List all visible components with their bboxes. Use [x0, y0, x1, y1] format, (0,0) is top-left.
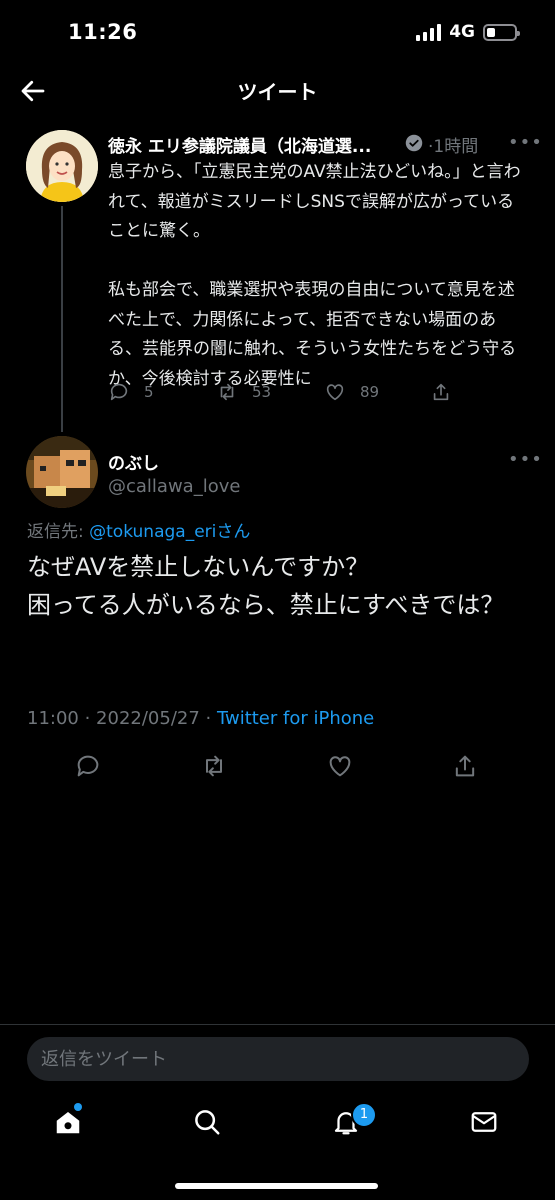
status-icons: 4G	[416, 22, 520, 42]
network-type: 4G	[449, 22, 475, 42]
replying-to-label: 返信先:	[27, 522, 90, 542]
divider	[0, 1024, 555, 1025]
avatar-illustration	[26, 130, 98, 202]
status-time: 11:26	[68, 20, 138, 44]
reply-author-name[interactable]: のぶし	[108, 449, 159, 474]
replying-to-suffix: さん	[216, 522, 251, 542]
reply-tweet-text: なぜAVを禁止しないんですか？ 困ってる人がいるなら、禁止にすべきでは？	[27, 553, 505, 619]
thread-connector	[61, 206, 63, 432]
signal-icon	[416, 23, 442, 41]
reply-button[interactable]	[74, 752, 104, 782]
parent-like-count: 89	[360, 383, 380, 401]
share-icon	[455, 755, 475, 777]
battery-icon	[483, 23, 520, 41]
retweet-button[interactable]	[200, 752, 230, 782]
mail-icon	[471, 1112, 497, 1132]
home-icon	[56, 1112, 80, 1134]
parent-reply-button[interactable]: 5	[108, 381, 154, 403]
page-title: ツイート	[237, 80, 318, 104]
parent-avatar[interactable]	[26, 130, 98, 202]
home-unread-dot	[74, 1103, 82, 1111]
replying-to: 返信先: @tokunaga_eriさん	[27, 517, 250, 542]
like-button[interactable]	[326, 752, 356, 782]
reply-datetime: 11:00 · 2022/05/27 ·	[27, 708, 217, 729]
parent-reply-count: 5	[144, 383, 154, 401]
retweet-icon	[220, 383, 234, 401]
home-indicator[interactable]	[175, 1183, 378, 1189]
parent-share-button[interactable]	[430, 381, 452, 403]
parent-retweet-count: 53	[252, 383, 272, 401]
share-icon	[433, 383, 449, 401]
share-button[interactable]	[451, 752, 481, 782]
search-icon	[195, 1110, 220, 1135]
reply-icon	[110, 383, 128, 401]
parent-author-name[interactable]: 徳永 エリ参議院議員（北海道選...	[108, 132, 371, 157]
reply-compose-input[interactable]	[27, 1037, 529, 1081]
parent-retweet-button[interactable]: 53	[216, 381, 271, 403]
reply-icon	[77, 755, 99, 777]
reply-timestamp: 11:00 · 2022/05/27 · Twitter for iPhone	[27, 708, 374, 729]
nav-search[interactable]	[192, 1107, 224, 1139]
reply-author-handle[interactable]: @callawa_love	[108, 476, 240, 497]
parent-time: ·1時間	[428, 137, 479, 157]
parent-like-button[interactable]: 89	[324, 381, 379, 403]
parent-tweet-text: 息子から、「立憲民主党のAV禁止法ひどいね。」と言われて、報道がミスリードしSN…	[108, 162, 521, 389]
nav-home[interactable]	[53, 1107, 85, 1139]
notification-badge: 1	[351, 1102, 377, 1128]
retweet-icon	[206, 755, 222, 777]
verified-badge-icon	[405, 134, 423, 152]
reply-avatar[interactable]	[26, 436, 98, 508]
replying-to-mention[interactable]: @tokunaga_eri	[89, 522, 216, 542]
avatar-illustration	[26, 436, 98, 508]
reply-source-link[interactable]: Twitter for iPhone	[217, 708, 374, 729]
nav-messages[interactable]	[469, 1107, 501, 1139]
reply-more-icon[interactable]: •••	[508, 449, 543, 470]
parent-more-icon[interactable]: •••	[508, 132, 543, 153]
heart-icon	[329, 756, 351, 777]
heart-icon	[326, 384, 344, 401]
